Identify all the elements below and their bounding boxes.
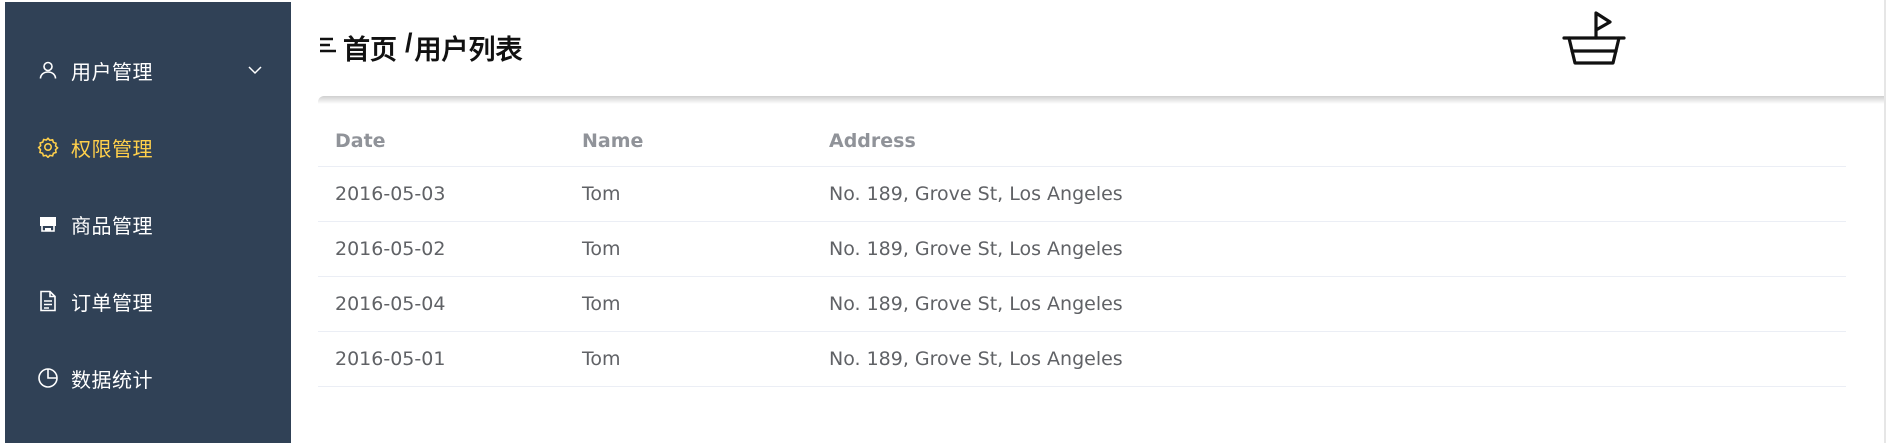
sidebar-item-permission-management[interactable]: 权限管理 xyxy=(5,117,291,177)
gear-icon xyxy=(37,136,59,158)
user-icon xyxy=(37,59,59,81)
header-shadow xyxy=(318,96,1886,104)
sidebar-item-label: 权限管理 xyxy=(71,138,153,161)
document-icon xyxy=(37,290,59,312)
boat-icon[interactable] xyxy=(1559,10,1629,70)
cell-date: 2016-05-02 xyxy=(335,238,446,260)
sidebar-item-label: 数据统计 xyxy=(71,369,153,392)
pie-chart-icon xyxy=(37,367,59,389)
sidebar-item-label: 商品管理 xyxy=(71,215,153,238)
table-row[interactable]: 2016-05-03 Tom No. 189, Grove St, Los An… xyxy=(318,167,1846,222)
cell-date: 2016-05-01 xyxy=(335,348,446,370)
breadcrumb-home[interactable]: 首页 xyxy=(343,28,397,67)
cell-name: Tom xyxy=(582,238,621,260)
menu-toggle-icon[interactable] xyxy=(319,36,337,54)
shop-icon xyxy=(37,213,59,235)
sidebar-item-order-management[interactable]: 订单管理 xyxy=(5,271,291,331)
cell-address: No. 189, Grove St, Los Angeles xyxy=(829,348,1123,370)
cell-name: Tom xyxy=(582,293,621,315)
table-row[interactable]: 2016-05-01 Tom No. 189, Grove St, Los An… xyxy=(318,332,1846,387)
cell-date: 2016-05-03 xyxy=(335,183,446,205)
sidebar-item-label: 订单管理 xyxy=(71,292,153,315)
cell-name: Tom xyxy=(582,348,621,370)
top-header: 首页 / 用户列表 xyxy=(291,0,1890,96)
table-row[interactable]: 2016-05-02 Tom No. 189, Grove St, Los An… xyxy=(318,222,1846,277)
breadcrumb: 首页 / 用户列表 xyxy=(343,28,523,67)
column-header-name[interactable]: Name xyxy=(565,130,812,152)
sidebar: 用户管理 权限管理 商品管理 订单管理 数据统计 xyxy=(5,2,291,443)
cell-address: No. 189, Grove St, Los Angeles xyxy=(829,293,1123,315)
sidebar-item-user-management[interactable]: 用户管理 xyxy=(5,40,291,100)
breadcrumb-separator: / xyxy=(405,28,413,58)
table-header: Date Name Address xyxy=(318,116,1846,167)
cell-address: No. 189, Grove St, Los Angeles xyxy=(829,183,1123,205)
user-table: Date Name Address 2016-05-03 Tom No. 189… xyxy=(318,116,1846,387)
table-row[interactable]: 2016-05-04 Tom No. 189, Grove St, Los An… xyxy=(318,277,1846,332)
sidebar-item-label: 用户管理 xyxy=(71,61,153,84)
chevron-down-icon[interactable] xyxy=(245,60,265,80)
sidebar-item-statistics[interactable]: 数据统计 xyxy=(5,348,291,408)
cell-address: No. 189, Grove St, Los Angeles xyxy=(829,238,1123,260)
scrollbar-track[interactable] xyxy=(1884,0,1886,443)
column-header-date[interactable]: Date xyxy=(318,130,565,152)
sidebar-item-product-management[interactable]: 商品管理 xyxy=(5,194,291,254)
column-header-address[interactable]: Address xyxy=(812,130,1846,152)
cell-date: 2016-05-04 xyxy=(335,293,446,315)
cell-name: Tom xyxy=(582,183,621,205)
breadcrumb-current: 用户列表 xyxy=(414,35,523,65)
